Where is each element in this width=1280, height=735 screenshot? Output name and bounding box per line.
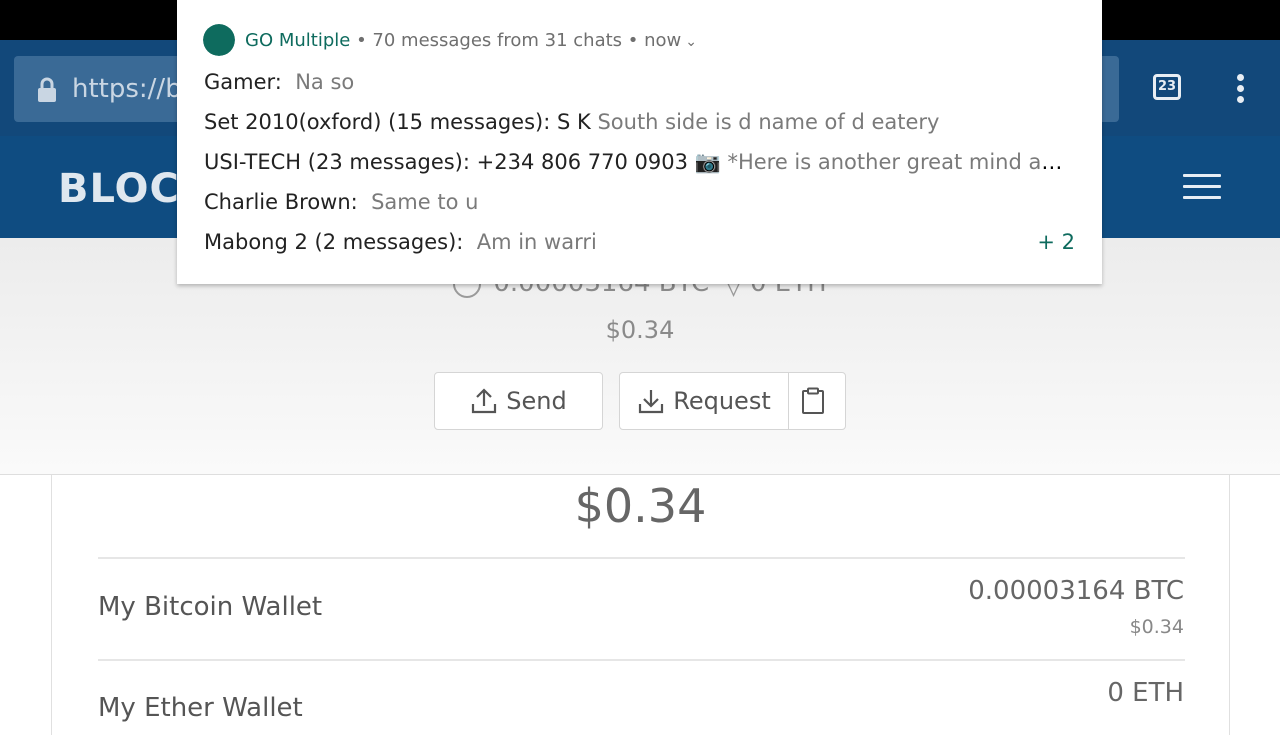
- message-text: Na so: [295, 70, 355, 94]
- notification-header: GO Multiple • 70 messages from 31 chats …: [245, 30, 697, 51]
- wallet-amount-ether: 0 ETH: [1107, 678, 1184, 708]
- tab-switcher-button[interactable]: 23: [1153, 74, 1181, 100]
- notification-message[interactable]: USI-TECH (23 messages): +234 806 770 090…: [204, 150, 1074, 175]
- wallet-name-bitcoin[interactable]: My Bitcoin Wallet: [98, 592, 322, 622]
- fiat-balance: $0.34: [605, 316, 675, 344]
- app-name: GO Multiple: [245, 30, 351, 51]
- download-icon: [639, 390, 664, 414]
- message-sender: USI-TECH (23 messages): +234 806 770 090…: [204, 150, 721, 174]
- more-messages-count: + 2: [1037, 230, 1075, 254]
- site-logo[interactable]: BLOC: [58, 166, 180, 212]
- message-sender: Charlie Brown:: [204, 190, 358, 214]
- message-text: South side is d name of d eatery: [597, 110, 940, 134]
- wallet-card: $0.34 My Bitcoin Wallet 0.00003164 BTC $…: [51, 475, 1230, 735]
- message-text: *Here is another great mind an…: [727, 150, 1074, 174]
- clipboard-icon: [802, 387, 824, 414]
- hamburger-menu-icon[interactable]: [1183, 174, 1221, 200]
- request-button-label: Request: [673, 387, 771, 415]
- message-sender: Set 2010(oxford) (15 messages): S K: [204, 110, 591, 134]
- divider: [98, 659, 1185, 661]
- notification-card[interactable]: GO Multiple • 70 messages from 31 chats …: [177, 0, 1102, 284]
- message-text: Am in warri: [476, 230, 597, 254]
- wallet-fiat-bitcoin: $0.34: [1129, 616, 1184, 638]
- notification-message[interactable]: Mabong 2 (2 messages): Am in warri: [204, 230, 597, 254]
- request-button[interactable]: Request: [619, 372, 789, 430]
- message-text: Same to u: [371, 190, 479, 214]
- app-icon: [203, 24, 235, 56]
- wallet-amount-bitcoin: 0.00003164 BTC: [968, 576, 1184, 606]
- lock-icon: [38, 77, 56, 102]
- url-text[interactable]: https://b: [72, 74, 182, 104]
- copy-address-button[interactable]: [788, 372, 846, 430]
- notification-message[interactable]: Charlie Brown: Same to u: [204, 190, 478, 214]
- divider: [98, 557, 1185, 559]
- notification-message[interactable]: Gamer: Na so: [204, 70, 354, 94]
- send-button-label: Send: [506, 387, 567, 415]
- total-balance: $0.34: [574, 479, 707, 533]
- upload-icon: [472, 388, 497, 414]
- notification-summary: • 70 messages from 31 chats • now: [350, 30, 682, 51]
- send-button[interactable]: Send: [434, 372, 603, 430]
- chevron-down-icon[interactable]: ⌄: [685, 34, 697, 50]
- wallet-name-ether[interactable]: My Ether Wallet: [98, 693, 303, 723]
- message-sender: Gamer:: [204, 70, 282, 94]
- notification-message[interactable]: Set 2010(oxford) (15 messages): S K Sout…: [204, 110, 939, 134]
- more-options-icon[interactable]: [1230, 74, 1250, 104]
- message-sender: Mabong 2 (2 messages):: [204, 230, 464, 254]
